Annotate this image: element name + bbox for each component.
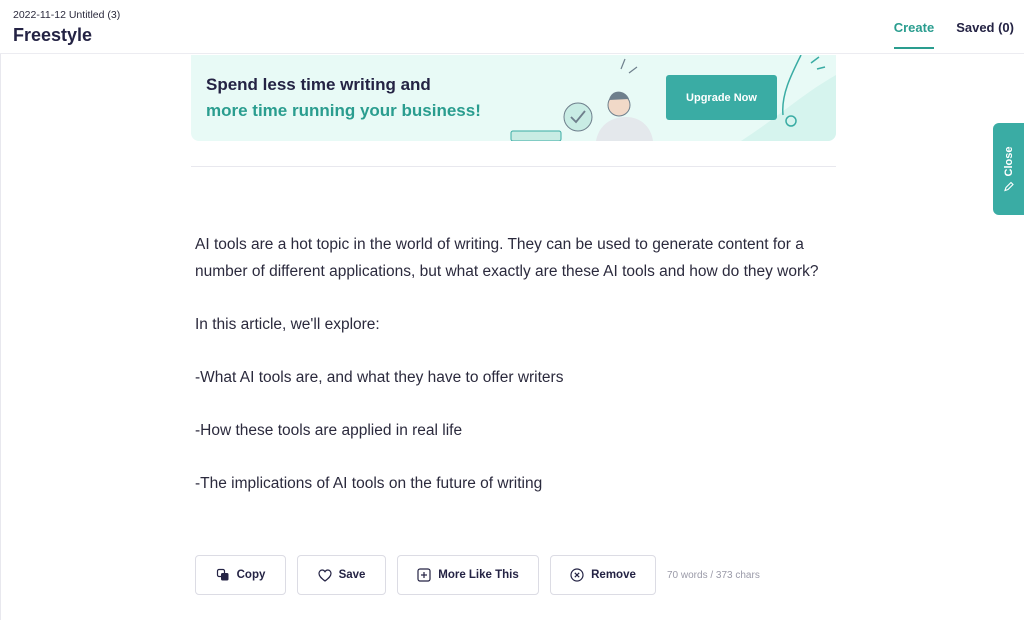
plus-square-icon: [417, 568, 431, 582]
page-title: Freestyle: [13, 25, 93, 45]
article-paragraph: -What AI tools are, and what they have t…: [195, 369, 564, 386]
close-panel-button[interactable]: Close: [993, 123, 1024, 215]
banner-headline: Spend less time writing and: [206, 75, 431, 94]
remove-button-label: Remove: [591, 569, 636, 581]
section-divider: [191, 166, 836, 167]
save-button[interactable]: Save: [297, 555, 386, 595]
article-paragraph: AI tools are a hot topic in the world of…: [195, 236, 819, 280]
heart-icon: [317, 568, 332, 582]
copy-icon: [216, 568, 229, 581]
pencil-icon: [1003, 181, 1014, 192]
article-paragraph: -How these tools are applied in real lif…: [195, 422, 463, 439]
article-paragraph: In this article, we'll explore:: [195, 316, 380, 333]
more-like-this-button-label: More Like This: [438, 569, 519, 581]
banner-subheadline: more time running your business!: [206, 101, 481, 120]
left-panel-border: [0, 54, 1, 620]
document-meta: 2022-11-12 Untitled (3): [13, 9, 121, 21]
word-count: 70 words / 373 chars: [667, 569, 760, 581]
close-panel-label: Close: [1002, 146, 1015, 177]
remove-button[interactable]: Remove: [550, 555, 656, 595]
tab-create[interactable]: Create: [893, 20, 935, 49]
remove-circle-icon: [570, 568, 584, 582]
view-tabs: Create Saved (0): [893, 20, 1014, 49]
generated-article[interactable]: AI tools are a hot topic in the world of…: [195, 231, 835, 523]
close-panel-content: Close: [1003, 147, 1015, 192]
upgrade-now-button[interactable]: Upgrade Now: [666, 75, 777, 120]
tab-saved[interactable]: Saved (0): [956, 20, 1014, 49]
article-paragraph: -The implications of AI tools on the fut…: [195, 475, 543, 492]
copy-button[interactable]: Copy: [195, 555, 286, 595]
save-button-label: Save: [338, 569, 366, 581]
top-header: 2022-11-12 Untitled (3) Freestyle Create…: [0, 0, 1024, 54]
copy-button-label: Copy: [236, 569, 266, 581]
more-like-this-button[interactable]: More Like This: [397, 555, 539, 595]
article-actions: Copy Save More Like This Remove 70 words…: [195, 555, 760, 595]
upgrade-banner: Spend less time writing and more time ru…: [191, 55, 836, 141]
